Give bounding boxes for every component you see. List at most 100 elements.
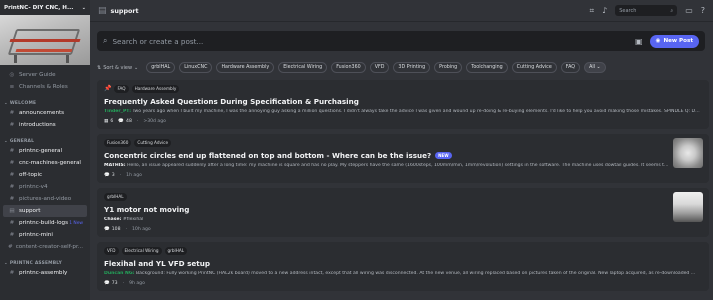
- post-author: Tinder_PT:: [104, 109, 132, 114]
- post-time: 9h ago: [129, 280, 145, 286]
- server-header[interactable]: PrintNC- DIY CNC, H... ⌄: [0, 0, 90, 15]
- tag-filter-all[interactable]: All ⌄: [584, 62, 606, 73]
- chat-bubble-icon: 💬: [104, 280, 110, 286]
- channel-topbar: ▤ support ⌗ ♪ Search ⌕ ▭ ?: [90, 0, 713, 22]
- server-banner: [0, 15, 90, 65]
- post-excerpt: Duncan NG: Background: Fully working Pri…: [104, 271, 702, 276]
- post-tag: Cutting Advice: [134, 138, 172, 147]
- post-meta: ▦ 6 💬 48 · >30d ago: [104, 117, 702, 125]
- category-general[interactable]: ⌄ GENERAL: [0, 137, 90, 145]
- forum-post[interactable]: 📌 FAQ Hardware Assembly Frequently Asked Qu…: [97, 80, 709, 129]
- message-count: 💬 48: [118, 119, 132, 124]
- category-label: GENERAL: [9, 138, 35, 144]
- message-count-value: 48: [126, 118, 132, 124]
- tag-filter-toolchanging[interactable]: Toolchanging: [466, 62, 508, 73]
- search-input[interactable]: Search ⌕: [615, 5, 678, 16]
- bell-icon[interactable]: ♪: [602, 6, 607, 15]
- category-label: WELCOME: [9, 100, 37, 106]
- post-excerpt: Chase: #flexihal: [104, 217, 702, 222]
- sidebar-item-introductions[interactable]: # introductions: [3, 119, 87, 131]
- tag-filter-faq[interactable]: FAQ: [560, 62, 581, 73]
- new-badge: 1 New: [69, 220, 83, 226]
- post-tags: 📌 FAQ Hardware Assembly: [104, 84, 702, 93]
- message-count-value: 108: [111, 226, 121, 232]
- search-icon: ⌕: [670, 7, 674, 14]
- sidebar-item-support[interactable]: ▤ support: [3, 205, 87, 217]
- forum-post[interactable]: Fusion360 Cutting Advice Concentric circle…: [97, 134, 709, 183]
- post-excerpt-text: Hello, an issue appeared suddenly after …: [125, 163, 669, 168]
- tag-filter-probing[interactable]: Probing: [434, 62, 463, 73]
- post-meta: 💬 3 · 1h ago: [104, 171, 702, 179]
- sidebar-item-printnc-v4[interactable]: # printnc-v4: [3, 181, 87, 193]
- sidebar-item-channels-roles[interactable]: ≡ Channels & Roles: [3, 81, 87, 93]
- sidebar-item-label: printnc-general: [19, 148, 63, 154]
- post-excerpt-text: Two years ago when I built my machine, I…: [131, 109, 702, 114]
- post-meta: 💬 108 · 10h ago: [104, 225, 702, 233]
- tag-filter-3d-printing[interactable]: 3D Printing: [393, 62, 431, 73]
- post-tag: FAQ: [114, 84, 129, 93]
- tag-filter-linuxcnc[interactable]: LinuxCNC: [179, 62, 213, 73]
- sidebar-item-label: cnc-machines-general: [19, 160, 81, 166]
- sidebar-item-label: announcements: [19, 110, 65, 116]
- threads-icon[interactable]: ⌗: [590, 6, 595, 16]
- tag-filter-hardware-assembly[interactable]: Hardware Assembly: [216, 62, 275, 73]
- category-printnc-assembly[interactable]: ⌄ PRINTNC ASSEMBLY: [0, 259, 90, 267]
- compass-icon: ◎: [9, 72, 15, 78]
- sidebar-item-cnc-machines-general[interactable]: # cnc-machines-general: [3, 157, 87, 169]
- sidebar-item-off-topic[interactable]: # off-topic: [3, 169, 87, 181]
- server-name: PrintNC- DIY CNC, H...: [4, 4, 74, 11]
- channel-title: support: [110, 6, 139, 15]
- post-tags: Fusion360 Cutting Advice: [104, 138, 702, 147]
- tag-filter-grblhal[interactable]: grblHAL: [146, 62, 176, 73]
- hash-icon: #: [9, 172, 15, 178]
- tag-filter-row: ⇅ Sort & view ⌄ grblHAL LinuxCNC Hardware …: [97, 61, 709, 74]
- post-title-text: Frequently Asked Questions During Specif…: [104, 97, 359, 106]
- sidebar-item-printnc-mini[interactable]: # printnc-mini: [3, 229, 87, 241]
- search-icon: ⌕: [103, 36, 108, 45]
- forum-channel-icon: ▤: [9, 208, 15, 214]
- sidebar-item-label: pictures-and-video: [19, 196, 72, 202]
- sort-view-button[interactable]: ⇅ Sort & view ⌄: [97, 65, 138, 71]
- hash-icon: #: [9, 220, 15, 226]
- hash-icon: #: [9, 184, 15, 190]
- category-welcome[interactable]: ⌄ WELCOME: [0, 99, 90, 107]
- sidebar-item-printnc-general[interactable]: # printnc-general: [3, 145, 87, 157]
- image-icon[interactable]: ▣: [635, 37, 643, 46]
- post-excerpt: MATHIS: Hello, an issue appeared suddenl…: [104, 163, 702, 168]
- sidebar-item-label: support: [19, 208, 41, 214]
- sort-icon: ⇅: [97, 64, 102, 71]
- tag-filter-fusion360[interactable]: Fusion360: [331, 62, 366, 73]
- sidebar-item-printnc-build-logs[interactable]: # printnc-build-logs 1 New: [3, 217, 87, 229]
- post-thumbnail[interactable]: [673, 192, 703, 222]
- post-search-bar[interactable]: ⌕ Search or create a post... ▣ ◉ New Pos…: [97, 31, 705, 51]
- sidebar-item-content-creator-self-pr-[interactable]: # content-creator-self-pr...: [3, 241, 87, 253]
- sidebar-item-pictures-and-video[interactable]: # pictures-and-video: [3, 193, 87, 205]
- reaction-count: ▦ 6: [104, 119, 113, 124]
- post-tag: Hardware Assembly: [131, 84, 180, 93]
- sidebar-item-label: content-creator-self-pr...: [15, 244, 84, 250]
- post-excerpt-text: #flexihal: [121, 217, 144, 222]
- tag-filter-cutting-advice[interactable]: Cutting Advice: [511, 62, 557, 73]
- sidebar-item-server-guide[interactable]: ◎ Server Guide: [3, 69, 87, 81]
- post-excerpt-text: Background: Fully working PrintNC (HAL2k…: [134, 271, 696, 276]
- post-tags: grblHAL: [104, 192, 702, 201]
- post-time: 10h ago: [131, 226, 151, 232]
- sidebar-item-announcements[interactable]: # announcements: [3, 107, 87, 119]
- channel-sidebar: PrintNC- DIY CNC, H... ⌄ ◎ Server Guide ≡ C…: [0, 0, 90, 300]
- inbox-icon[interactable]: ▭: [685, 6, 693, 15]
- post-author: Chase:: [104, 217, 122, 222]
- post-title-text: Flexihal and YL VFD setup: [104, 259, 210, 268]
- help-icon[interactable]: ?: [701, 6, 705, 15]
- reaction-count-value: 6: [110, 118, 114, 124]
- chat-bubble-icon: 💬: [104, 226, 110, 232]
- tag-filter-vfd[interactable]: VFD: [369, 62, 390, 73]
- forum-post[interactable]: grblHAL Y1 motor not moving Chase: #flexih…: [97, 188, 709, 237]
- sidebar-item-printnc-assembly[interactable]: # printnc-assembly: [3, 267, 87, 279]
- message-count: 💬 3: [104, 173, 115, 178]
- forum-post[interactable]: VFD Electrical Wiring grblHAL Flexihal and …: [97, 242, 709, 291]
- chevron-down-icon: ⌄: [81, 4, 86, 11]
- new-post-button[interactable]: ◉ New Post: [649, 34, 699, 48]
- tag-filter-electrical-wiring[interactable]: Electrical Wiring: [278, 62, 328, 73]
- new-badge: NEW: [435, 152, 452, 159]
- post-thumbnail[interactable]: [673, 138, 703, 168]
